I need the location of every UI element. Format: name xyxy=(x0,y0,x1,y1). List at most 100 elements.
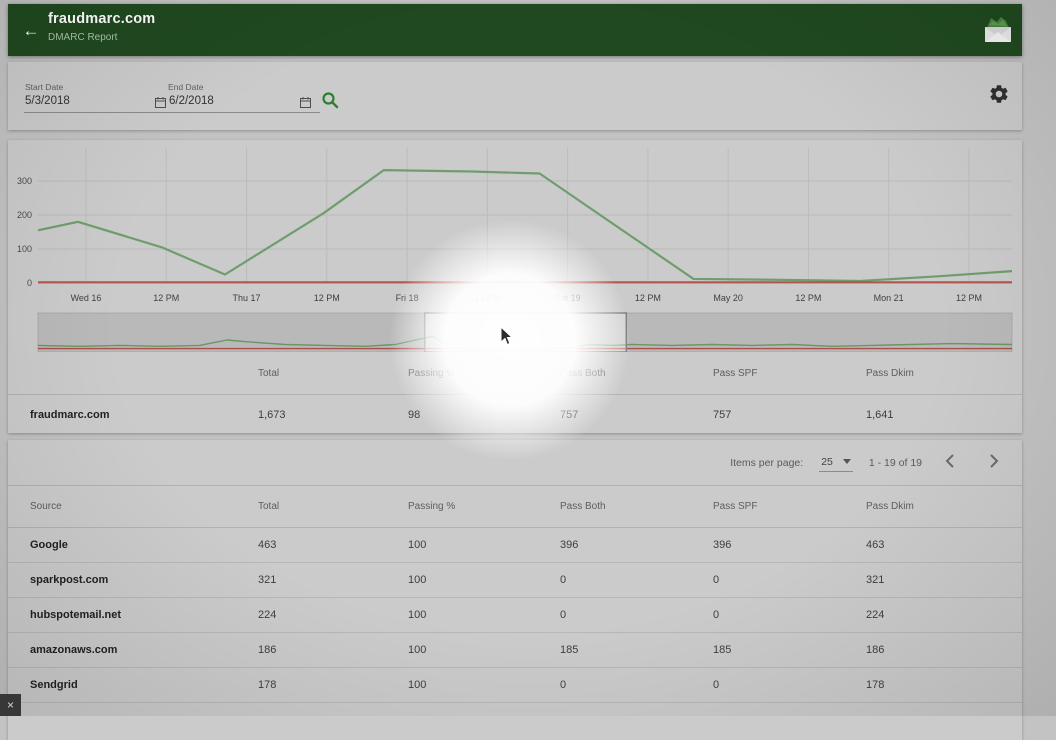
app-header: ← fraudmarc.com DMARC Report xyxy=(8,4,1022,56)
source-value: 178 xyxy=(258,679,408,691)
source-table-row[interactable]: Sendgrid17810000178 xyxy=(8,668,1022,703)
source-value: 396 xyxy=(713,539,866,551)
source-value: 463 xyxy=(866,539,1022,551)
x-axis-label: Sat 19 xyxy=(555,293,581,303)
source-value: 321 xyxy=(258,574,408,586)
back-arrow-icon: ← xyxy=(23,21,40,40)
source-value: 100 xyxy=(408,644,560,656)
source-table-row[interactable]: sparkpost.com32110000321 xyxy=(8,563,1022,598)
source-table-header: SourceTotalPassing %Pass BothPass SPFPas… xyxy=(8,486,1022,528)
summary-value: 757 xyxy=(560,409,713,421)
close-overlay-button[interactable]: × xyxy=(0,694,21,716)
source-column-header: Passing % xyxy=(408,501,560,512)
x-axis-label: Wed 16 xyxy=(71,293,102,303)
source-value: 0 xyxy=(560,609,713,621)
brush-selection-window[interactable] xyxy=(425,313,627,352)
source-value: 100 xyxy=(408,679,560,691)
source-table: SourceTotalPassing %Pass BothPass SPFPas… xyxy=(8,485,1022,703)
gear-icon xyxy=(988,83,1010,105)
source-value: 100 xyxy=(408,574,560,586)
source-value: 185 xyxy=(560,644,713,656)
x-axis-label: 12 PM xyxy=(314,293,340,303)
source-value: 0 xyxy=(713,679,866,691)
header-titles: fraudmarc.com DMARC Report xyxy=(48,11,155,43)
source-column-header: Pass Dkim xyxy=(866,501,1022,512)
x-axis-label: 12 PM xyxy=(474,293,500,303)
y-axis-label: 0 xyxy=(27,278,32,288)
search-button[interactable] xyxy=(320,91,340,111)
items-per-page-select[interactable]: 25 xyxy=(819,454,853,472)
source-value: 100 xyxy=(408,609,560,621)
previous-page-button[interactable] xyxy=(938,450,964,476)
brush-dim-left xyxy=(38,313,425,352)
x-axis-label: 12 PM xyxy=(795,293,821,303)
source-name: Google xyxy=(30,539,258,551)
y-axis-label: 100 xyxy=(17,244,32,254)
back-button[interactable]: ← xyxy=(18,18,44,44)
source-column-header: Pass Both xyxy=(560,501,713,512)
start-calendar-icon[interactable] xyxy=(155,97,166,108)
end-date-input[interactable]: 6/2/2018 xyxy=(169,95,214,107)
source-value: 0 xyxy=(560,679,713,691)
summary-domain-name: fraudmarc.com xyxy=(30,409,258,421)
x-axis-label: May 20 xyxy=(713,293,743,303)
summary-value: 757 xyxy=(713,409,866,421)
source-column-header: Pass SPF xyxy=(713,501,866,512)
source-name: amazonaws.com xyxy=(30,644,258,656)
source-value: 396 xyxy=(560,539,713,551)
source-column-header: Total xyxy=(258,501,408,512)
source-table-row[interactable]: Google463100396396463 xyxy=(8,528,1022,563)
dropdown-caret-icon xyxy=(843,459,851,464)
source-table-row[interactable]: amazonaws.com186100185185186 xyxy=(8,633,1022,668)
x-axis-label: Mon 21 xyxy=(874,293,904,303)
start-date-label: Start Date xyxy=(25,82,63,92)
x-axis-label: 12 PM xyxy=(153,293,179,303)
source-value: 463 xyxy=(258,539,408,551)
source-column-header: Source xyxy=(30,501,258,512)
source-value: 0 xyxy=(560,574,713,586)
items-per-page-label: Items per page: xyxy=(730,457,803,469)
traffic-line-chart: 0 100 200 300 Wed 16 12 PM Thu 17 12 PM Fri 18 12… xyxy=(8,140,1022,352)
summary-column-header: Pass Dkim xyxy=(866,368,1022,379)
y-axis-label: 200 xyxy=(17,210,32,220)
source-name: hubspotemail.net xyxy=(30,609,258,621)
passing-line xyxy=(38,170,1012,281)
page-title: fraudmarc.com xyxy=(48,11,155,27)
source-value: 100 xyxy=(408,539,560,551)
source-name: Sendgrid xyxy=(30,679,258,691)
source-value: 224 xyxy=(866,609,1022,621)
date-filter-bar: Start Date 5/3/2018 End Date 6/2/2018 xyxy=(8,62,1022,130)
chevron-right-icon xyxy=(983,451,1003,471)
source-name: sparkpost.com xyxy=(30,574,258,586)
page-subtitle: DMARC Report xyxy=(48,32,155,43)
summary-value: 98 xyxy=(408,409,560,421)
end-calendar-icon[interactable] xyxy=(300,97,311,108)
fraudmarc-envelope-logo-icon xyxy=(979,12,1017,48)
summary-table-header: TotalPassing %Pass BothPass SPFPass Dkim xyxy=(8,352,1022,395)
summary-column-header: Pass SPF xyxy=(713,368,866,379)
page-range-label: 1 - 19 of 19 xyxy=(869,457,922,469)
source-value: 186 xyxy=(258,644,408,656)
search-icon xyxy=(321,91,339,109)
end-date-label: End Date xyxy=(168,82,203,92)
summary-value: 1,641 xyxy=(866,409,1022,421)
source-table-row[interactable]: hubspotemail.net22410000224 xyxy=(8,598,1022,633)
x-axis-label: Fri 18 xyxy=(396,293,419,303)
x-axis-label: 12 PM xyxy=(956,293,982,303)
chevron-left-icon xyxy=(941,451,961,471)
source-value: 186 xyxy=(866,644,1022,656)
summary-column-header: Total xyxy=(258,368,408,379)
source-value: 0 xyxy=(713,609,866,621)
x-axis-label: Thu 17 xyxy=(233,293,261,303)
summary-column-header: Passing % xyxy=(408,368,560,379)
y-axis-label: 300 xyxy=(17,176,32,186)
brush-dim-right xyxy=(626,313,1012,352)
start-date-input[interactable]: 5/3/2018 xyxy=(25,95,70,107)
source-value: 185 xyxy=(713,644,866,656)
date-field-underline xyxy=(24,112,320,113)
summary-column-header: Pass Both xyxy=(560,368,713,379)
next-page-button[interactable] xyxy=(980,450,1006,476)
x-axis-label: 12 PM xyxy=(635,293,661,303)
settings-button[interactable] xyxy=(987,83,1011,107)
close-icon: × xyxy=(7,698,14,712)
